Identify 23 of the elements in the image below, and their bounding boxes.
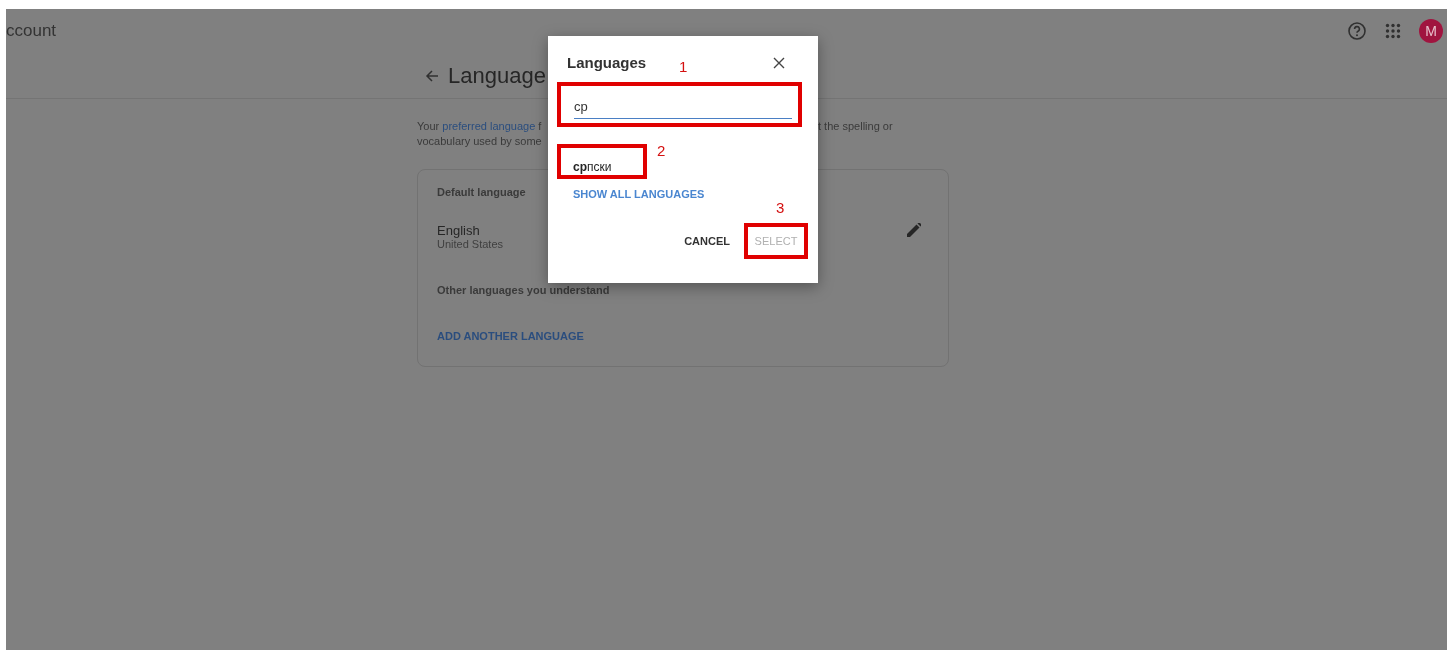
app-title: ccount [6,21,57,41]
avatar[interactable]: M [1419,19,1443,43]
page-title: Language [448,62,546,89]
pencil-icon[interactable] [907,223,921,237]
annotation-number: 2 [657,142,666,159]
show-all-languages-link[interactable]: SHOW ALL LANGUAGES [573,188,809,200]
close-icon[interactable] [773,56,785,69]
apps-grid-icon[interactable] [1385,23,1401,39]
intro-text: t the spelling or [818,119,893,134]
language-option[interactable]: српски [573,160,612,174]
search-field[interactable]: ср [574,95,792,119]
cancel-button[interactable]: CANCEL [680,229,734,253]
intro-text: Your preferred language f [417,119,543,134]
annotation-number: 3 [776,199,785,216]
section-label: Default language [437,186,526,198]
language-region: United States [437,238,504,250]
back-arrow-icon[interactable] [425,68,439,83]
language-name: English [437,223,481,238]
intro-text: vocabulary used by some [417,134,543,149]
annotation-number: 1 [679,58,688,75]
help-icon[interactable] [1347,21,1367,41]
section-label: Other languages you understand [437,284,610,296]
dialog-title: Languages [567,54,647,71]
